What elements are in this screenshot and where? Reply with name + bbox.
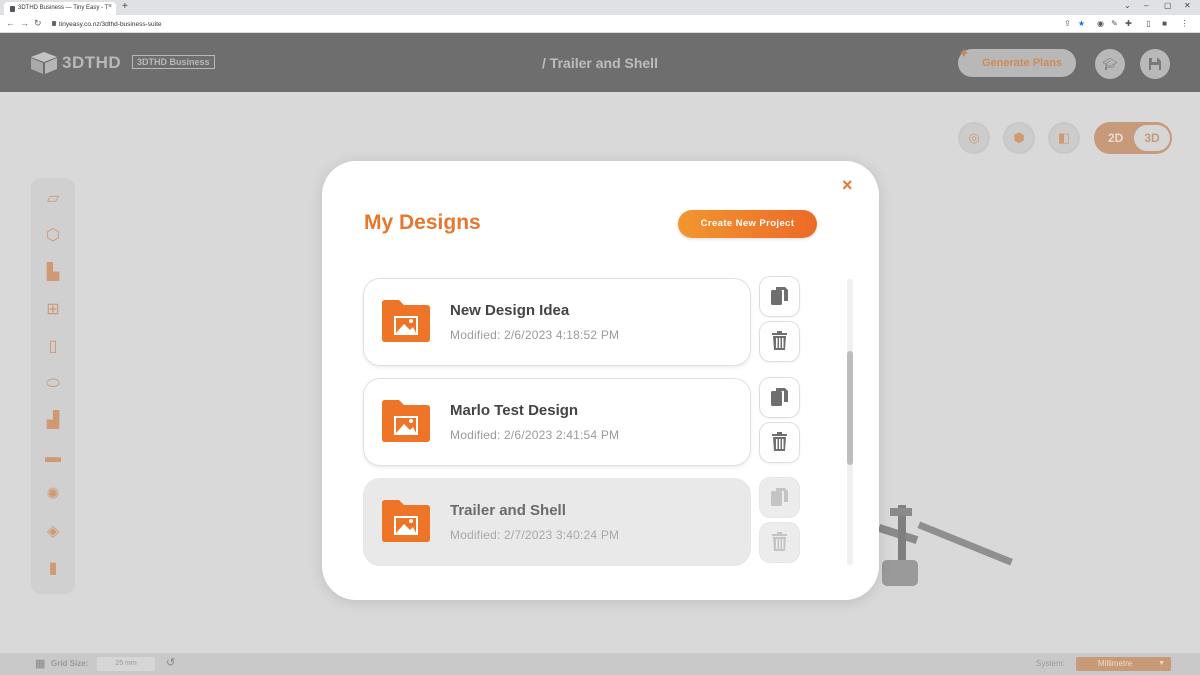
design-name: Marlo Test Design bbox=[450, 402, 579, 419]
design-card[interactable]: New Design Idea Modified: 2/6/2023 4:18:… bbox=[364, 279, 750, 365]
share-icon[interactable]: ⇪ bbox=[1063, 19, 1072, 28]
page-title: / Trailer and Shell bbox=[542, 55, 658, 71]
back-icon[interactable]: ← bbox=[6, 18, 15, 28]
cube-icon[interactable]: ⬡ bbox=[42, 225, 64, 247]
design-card-current: Trailer and Shell Modified: 2/7/2023 3:4… bbox=[364, 479, 750, 565]
bookmark-star-icon[interactable]: ★ bbox=[1077, 19, 1086, 28]
my-designs-modal: × My Designs Create New Project New Desi… bbox=[322, 161, 879, 600]
modal-title: My Designs bbox=[364, 211, 481, 234]
paint-icon[interactable]: ◈ bbox=[42, 521, 64, 543]
lock-icon bbox=[52, 21, 56, 26]
folder-image-icon bbox=[382, 500, 430, 542]
grid-icon: ▦ bbox=[35, 658, 46, 670]
caret-down-icon: ▼ bbox=[1158, 660, 1165, 667]
tab-title: 3DTHD Business — Tiny Easy - T bbox=[18, 5, 109, 11]
camera-extension-icon[interactable]: ◉ bbox=[1096, 19, 1105, 28]
tab-close-icon[interactable]: × bbox=[108, 3, 112, 10]
delete-design-button[interactable] bbox=[760, 423, 799, 462]
sidepanel-icon[interactable]: ▯ bbox=[1144, 19, 1153, 28]
browser-tab[interactable]: 3DTHD Business — Tiny Easy - T × bbox=[4, 2, 116, 15]
eyedropper-extension-icon[interactable]: ✎ bbox=[1110, 19, 1119, 28]
business-badge: 3DTHD Business bbox=[132, 55, 215, 69]
profile-icon[interactable]: ■ bbox=[1160, 19, 1169, 28]
copy-icon bbox=[771, 388, 788, 406]
reset-icon[interactable]: ↺ bbox=[166, 656, 175, 669]
grid-size-label: Grid Size: bbox=[51, 659, 89, 668]
delete-design-button-disabled bbox=[760, 523, 799, 562]
system-label: System: bbox=[1036, 659, 1065, 668]
cube-view-icon: ⬢ bbox=[1013, 130, 1025, 145]
reload-icon[interactable]: ↻ bbox=[34, 18, 42, 29]
design-modified: Modified: 2/6/2023 2:41:54 PM bbox=[450, 428, 620, 442]
new-tab-button[interactable]: + bbox=[122, 1, 128, 12]
wall-view-icon: ◧ bbox=[1057, 130, 1071, 145]
app-header: 3DTHD 3DTHD Business / Trailer and Shell… bbox=[0, 33, 1200, 92]
tutorial-button[interactable]: 🎓︎ bbox=[1095, 49, 1125, 79]
bookmark-icon[interactable]: ▮ bbox=[42, 558, 64, 580]
graduation-cap-icon: 🎓︎ bbox=[1102, 57, 1118, 71]
copy-icon bbox=[771, 287, 788, 305]
maximize-icon[interactable]: ▢ bbox=[1164, 1, 1172, 10]
trash-icon bbox=[772, 432, 787, 451]
logo-cube-icon bbox=[31, 52, 57, 74]
trash-icon bbox=[772, 532, 787, 551]
duplicate-design-button-disabled bbox=[760, 478, 799, 517]
browser-address-bar: ← → ↻ tinyeasy.co.nz/3dthd-business-suit… bbox=[0, 15, 1200, 33]
save-icon bbox=[1149, 58, 1161, 70]
layer-icon[interactable]: ⬭ bbox=[42, 373, 64, 395]
minimize-icon[interactable]: – bbox=[1144, 1, 1148, 10]
bottom-status-bar: ▦ Grid Size: 25 mm ↺ System: Millimetre … bbox=[0, 653, 1200, 675]
sofa-icon[interactable]: ▬ bbox=[42, 447, 64, 469]
create-new-project-button[interactable]: Create New Project bbox=[678, 210, 817, 238]
window-icon[interactable]: ⊞ bbox=[42, 299, 64, 321]
forward-icon[interactable]: → bbox=[20, 18, 29, 28]
view-object-button[interactable]: ⬢ bbox=[1003, 122, 1035, 154]
close-icon[interactable]: × bbox=[842, 175, 853, 196]
browser-tabbar: 3DTHD Business — Tiny Easy - T × + ⌄ – ▢… bbox=[0, 0, 1200, 15]
toggle-3d-option[interactable]: 3D bbox=[1134, 125, 1170, 151]
grid-size-input[interactable]: 25 mm bbox=[97, 657, 155, 671]
system-value: Millimetre bbox=[1098, 659, 1133, 668]
design-name: New Design Idea bbox=[450, 302, 570, 319]
floor-icon[interactable]: ▱ bbox=[42, 188, 64, 210]
sparkle-icon: ✦ bbox=[958, 45, 970, 61]
wall-panel-icon[interactable]: ▯ bbox=[42, 336, 64, 358]
delete-design-button[interactable] bbox=[760, 322, 799, 361]
tape-measure-icon: ◎ bbox=[968, 130, 980, 145]
trailer-3d-model[interactable] bbox=[870, 500, 1020, 595]
light-icon[interactable]: ✺ bbox=[42, 484, 64, 506]
puzzle-extension-icon[interactable]: ✚ bbox=[1124, 19, 1133, 28]
folder-image-icon bbox=[382, 300, 430, 342]
logo-text: 3DTHD bbox=[62, 53, 122, 72]
design-name: Trailer and Shell bbox=[450, 502, 566, 519]
copy-icon bbox=[771, 488, 788, 506]
menu-icon[interactable]: ⋮ bbox=[1180, 19, 1189, 28]
folder-image-icon bbox=[382, 400, 430, 442]
url-text: tinyeasy.co.nz/3dthd-business-suite bbox=[59, 21, 162, 28]
design-modified: Modified: 2/7/2023 3:40:24 PM bbox=[450, 528, 620, 542]
window-close-icon[interactable]: ✕ bbox=[1184, 1, 1191, 10]
stairs-icon[interactable]: ▟ bbox=[42, 410, 64, 432]
save-button[interactable] bbox=[1140, 49, 1170, 79]
tape-measure-button[interactable]: ◎ bbox=[958, 122, 990, 154]
scrollbar-thumb[interactable] bbox=[847, 351, 853, 465]
view-wall-button[interactable]: ◧ bbox=[1048, 122, 1080, 154]
duplicate-design-button[interactable] bbox=[760, 378, 799, 417]
left-toolbar: ▱ ⬡ ▙ ⊞ ▯ ⬭ ▟ ▬ ✺ ◈ ▮ bbox=[31, 178, 75, 594]
generate-plans-button[interactable]: Generate Plans bbox=[958, 49, 1076, 77]
design-card[interactable]: Marlo Test Design Modified: 2/6/2023 2:4… bbox=[364, 379, 750, 465]
tab-favicon-icon bbox=[10, 6, 15, 12]
url-input[interactable]: tinyeasy.co.nz/3dthd-business-suite bbox=[50, 18, 1060, 30]
system-select[interactable]: Millimetre ▼ bbox=[1076, 657, 1171, 671]
door-icon[interactable]: ▙ bbox=[42, 262, 64, 284]
design-modified: Modified: 2/6/2023 4:18:52 PM bbox=[450, 328, 620, 342]
duplicate-design-button[interactable] bbox=[760, 277, 799, 316]
tab-search-icon[interactable]: ⌄ bbox=[1124, 1, 1131, 10]
trash-icon bbox=[772, 331, 787, 350]
toggle-2d-option[interactable]: 2D bbox=[1108, 131, 1123, 145]
